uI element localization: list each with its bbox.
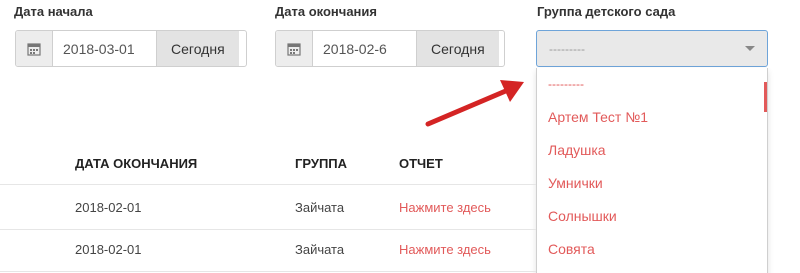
dropdown-option[interactable]: --------- [537, 68, 767, 101]
cell-group: Зайчата [295, 242, 345, 257]
dropdown-option[interactable]: Совята [537, 233, 767, 266]
dropdown-option[interactable]: Умнички [537, 167, 767, 200]
annotation-arrow [425, 80, 524, 127]
group-select[interactable]: --------- [536, 30, 768, 67]
start-today-button[interactable]: Сегодня [156, 31, 239, 66]
calendar-icon[interactable] [276, 31, 313, 66]
cell-end-date: 2018-02-01 [75, 200, 142, 215]
cell-end-date: 2018-02-01 [75, 242, 142, 257]
cell-group: Зайчата [295, 200, 345, 215]
end-date-input[interactable] [313, 31, 416, 66]
start-date-group: Сегодня [15, 30, 247, 67]
dropdown-scrollbar[interactable] [764, 82, 767, 112]
row-divider [0, 229, 536, 230]
start-date-label: Дата начала [14, 4, 93, 19]
end-date-group: Сегодня [275, 30, 505, 67]
header-end-date[interactable]: ДАТА ОКОНЧАНИЯ [75, 156, 197, 171]
report-link[interactable]: Нажмите здесь [399, 200, 491, 215]
end-today-button[interactable]: Сегодня [416, 31, 499, 66]
chevron-down-icon[interactable] [745, 46, 755, 51]
dropdown-option[interactable]: Ладушка [537, 134, 767, 167]
calendar-icon[interactable] [16, 31, 53, 66]
header-report[interactable]: ОТЧЕТ [399, 156, 443, 171]
row-divider [0, 271, 536, 272]
header-group[interactable]: ГРУППА [295, 156, 347, 171]
report-link[interactable]: Нажмите здесь [399, 242, 491, 257]
end-date-label: Дата окончания [275, 4, 377, 19]
dropdown-option[interactable]: Солнышки [537, 200, 767, 233]
start-date-input[interactable] [53, 31, 156, 66]
row-divider [0, 184, 536, 185]
group-dropdown: --------- Артем Тест №1 Ладушка Умнички … [536, 68, 768, 273]
group-label: Группа детского сада [537, 4, 676, 19]
dropdown-option[interactable]: Артем Тест №1 [537, 101, 767, 134]
group-select-value: --------- [549, 41, 585, 56]
